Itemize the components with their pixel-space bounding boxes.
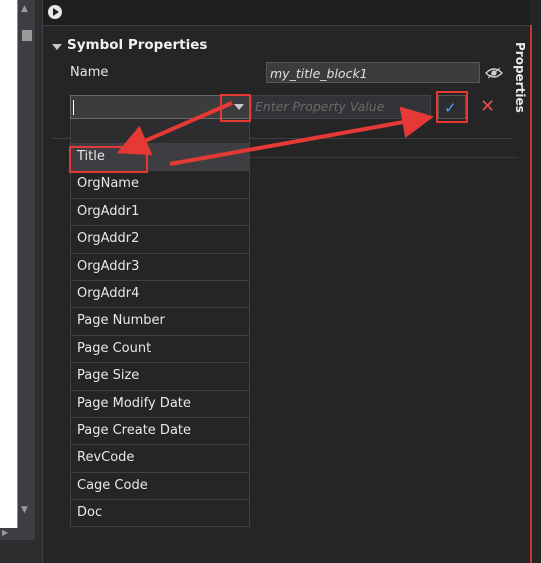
property-value-input[interactable]: Enter Property Value	[251, 95, 431, 119]
name-label: Name	[70, 65, 109, 80]
row-divider	[248, 157, 518, 158]
dropdown-item[interactable]: OrgAddr1	[70, 198, 250, 227]
chevron-down-icon[interactable]	[52, 43, 62, 50]
dropdown-blank-item[interactable]	[70, 119, 250, 144]
status-corner	[0, 540, 35, 563]
property-dropdown-list[interactable]: Title OrgName OrgAddr1 OrgAddr2 OrgAddr3 OrgA…	[70, 119, 250, 528]
checkmark-icon: ✓	[444, 99, 457, 117]
vertical-scrollbar[interactable]: ▲ ▼	[18, 0, 35, 528]
dropdown-item[interactable]: OrgAddr4	[70, 280, 250, 309]
property-name-combobox[interactable]	[70, 95, 251, 119]
dock-accent-line	[530, 25, 532, 563]
panel-toolbar	[43, 0, 530, 26]
properties-panel: Symbol Properties Name my_title_block1 E…	[43, 0, 530, 563]
play-icon[interactable]	[48, 5, 62, 19]
name-field[interactable]: my_title_block1	[266, 62, 480, 83]
dropdown-item[interactable]: Page Size	[70, 363, 250, 391]
horizontal-scrollbar[interactable]: ▶	[0, 528, 35, 540]
dropdown-item[interactable]: Page Create Date	[70, 417, 250, 446]
dropdown-item[interactable]: Page Modify Date	[70, 390, 250, 418]
confirm-button[interactable]: ✓	[438, 95, 466, 119]
dropdown-item[interactable]: Page Number	[70, 308, 250, 336]
scrollbar-thumb[interactable]	[22, 30, 32, 41]
dropdown-item[interactable]: OrgAddr2	[70, 226, 250, 254]
dropdown-item[interactable]: OrgName	[70, 171, 250, 199]
symbol-properties-header[interactable]: Symbol Properties	[52, 37, 207, 53]
drawing-canvas[interactable]	[0, 0, 18, 528]
scroll-right-icon[interactable]: ▶	[2, 528, 8, 537]
section-title: Symbol Properties	[67, 37, 208, 53]
dropdown-item[interactable]: Title	[70, 144, 250, 172]
dropdown-item[interactable]: OrgAddr3	[70, 253, 250, 281]
close-icon[interactable]: ✕	[480, 96, 495, 117]
dropdown-arrow-icon[interactable]	[228, 96, 250, 118]
scroll-up-icon[interactable]: ▲	[21, 4, 28, 14]
dropdown-item[interactable]: Cage Code	[70, 472, 250, 501]
text-caret	[73, 100, 74, 115]
scroll-down-icon[interactable]: ▼	[21, 505, 28, 515]
dropdown-item[interactable]: Doc	[70, 500, 250, 528]
app-window: ▲ ▼ ▶ Symbol Properties Name my_title_bl…	[0, 0, 541, 563]
tab-properties[interactable]: Properties	[513, 42, 527, 162]
panel-splitter[interactable]	[35, 0, 43, 563]
eye-icon[interactable]	[485, 67, 503, 79]
dropdown-item[interactable]: Page Count	[70, 335, 250, 364]
dropdown-item[interactable]: RevCode	[70, 445, 250, 473]
